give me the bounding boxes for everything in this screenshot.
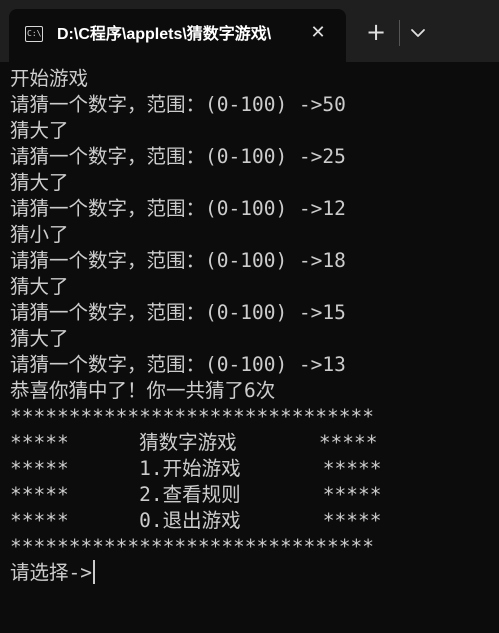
chevron-down-icon[interactable] (407, 21, 429, 45)
title-bar: C:\ D:\C程序\applets\猜数字游戏\ ✕ + (0, 0, 499, 62)
menu-border-line: ******************************* (10, 535, 374, 558)
menu-option-rules: ***** 2.查看规则 ***** (10, 483, 382, 506)
console-line: 恭喜你猜中了！你一共猜了6次 (10, 379, 276, 402)
menu-option-exit: ***** 0.退出游戏 ***** (10, 509, 382, 532)
console-line: 请猜一个数字，范围：(0-100) ->50 (10, 93, 346, 116)
tab-title: D:\C程序\applets\猜数字游戏\ (57, 26, 272, 43)
console-output[interactable]: 开始游戏 请猜一个数字，范围：(0-100) ->50 猜大了 请猜一个数字，范… (10, 66, 494, 626)
command-prompt-icon: C:\ (25, 26, 43, 42)
new-tab-button[interactable]: + (362, 17, 390, 47)
console-line: 请猜一个数字，范围：(0-100) ->13 (10, 353, 346, 376)
console-line: 猜大了 (10, 275, 69, 298)
tab-divider (399, 20, 400, 46)
console-line: 猜大了 (10, 119, 69, 142)
input-prompt: 请选择-> (10, 561, 92, 584)
console-line: 猜大了 (10, 171, 69, 194)
menu-border-line: ******************************* (10, 405, 374, 428)
terminal-tab[interactable]: C:\ D:\C程序\applets\猜数字游戏\ ✕ (9, 9, 346, 62)
console-line: 请猜一个数字，范围：(0-100) ->25 (10, 145, 346, 168)
console-line: 请猜一个数字，范围：(0-100) ->18 (10, 249, 346, 272)
console-line: 请猜一个数字，范围：(0-100) ->12 (10, 197, 346, 220)
close-tab-button[interactable]: ✕ (306, 21, 330, 45)
console-line: 请猜一个数字，范围：(0-100) ->15 (10, 301, 346, 324)
input-prompt-line[interactable]: 请选择-> (10, 560, 494, 586)
menu-title-line: ***** 猜数字游戏 ***** (10, 431, 378, 454)
text-cursor (92, 560, 95, 584)
console-line: 猜大了 (10, 327, 69, 350)
console-line: 开始游戏 (10, 67, 89, 90)
terminal-window: C:\ D:\C程序\applets\猜数字游戏\ ✕ + 开始游戏 请猜一个数… (0, 0, 499, 633)
console-line: 猜小了 (10, 223, 69, 246)
menu-option-start: ***** 1.开始游戏 ***** (10, 457, 382, 480)
